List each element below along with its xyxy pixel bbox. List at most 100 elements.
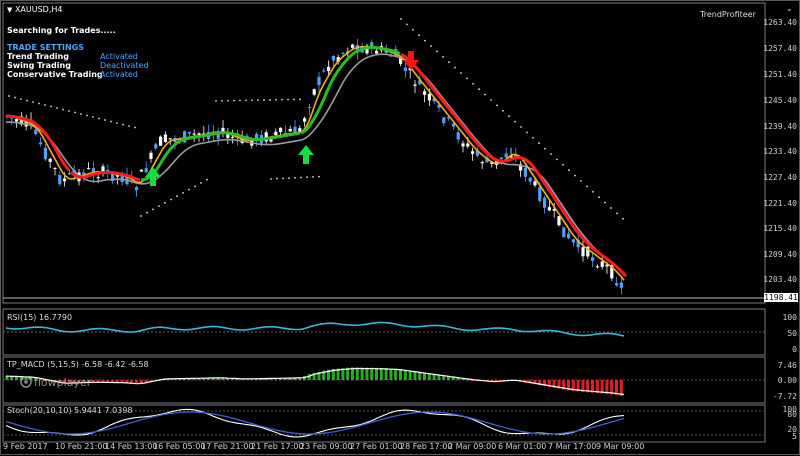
macd-bar — [355, 367, 359, 380]
candle-body — [567, 233, 571, 239]
time-tick: 6 Mar 01:00 — [498, 442, 547, 451]
candle-body — [312, 89, 316, 95]
candle-body — [370, 42, 374, 47]
setting-label-conservative: Conservative Trading — [7, 70, 103, 79]
setting-label-swing: Swing Trading — [7, 61, 71, 70]
candle-body — [456, 132, 460, 140]
candle-body — [341, 52, 345, 54]
sar-dot — [170, 198, 172, 201]
sar-dot — [275, 98, 277, 101]
sar-dot — [312, 176, 314, 178]
sar-dot — [146, 211, 148, 214]
rsi-tick: 50 — [787, 329, 797, 338]
sar-dot — [574, 174, 576, 177]
sar-dot — [502, 109, 504, 112]
candle-body — [615, 283, 619, 286]
sar-dot — [400, 18, 402, 20]
sar-dot — [152, 208, 154, 211]
candle-body — [149, 152, 153, 159]
candle-body — [461, 143, 465, 147]
candle-body — [39, 142, 43, 145]
setting-value-trend: Activated — [100, 52, 138, 61]
symbol-label: ▼ XAUUSD,H4 — [7, 5, 63, 14]
macd-bar — [408, 370, 412, 380]
sar-dot — [306, 176, 308, 179]
candle-body — [303, 118, 307, 122]
rsi-tick: 100 — [782, 313, 797, 322]
setting-label-trend: Trend Trading — [7, 52, 69, 61]
macd-bar — [365, 367, 369, 380]
buy-arrow-2 — [298, 145, 314, 164]
candle-body — [581, 247, 585, 257]
sar-dot — [604, 201, 606, 204]
sar-dot — [418, 34, 420, 37]
candle-body — [154, 144, 158, 149]
sar-dot — [460, 72, 462, 74]
time-axis: 9 Feb 2017 10 Feb 21:00 14 Feb 13:00 16 … — [3, 442, 765, 454]
ma-trend-segment — [5, 114, 71, 172]
stoch-signal-line — [5, 411, 625, 435]
sar-dot — [562, 163, 564, 166]
candle-body — [15, 118, 19, 122]
macd-bar — [442, 375, 446, 380]
sar-dot — [448, 61, 450, 64]
sar-dot — [86, 114, 88, 117]
candle-body — [533, 181, 537, 186]
macd-bar — [360, 367, 364, 380]
sar-dot — [50, 105, 52, 108]
candle-body — [595, 266, 599, 268]
sar-dot — [294, 176, 296, 179]
macd-bar — [447, 376, 450, 380]
sar-dot — [299, 98, 301, 101]
sar-dot — [466, 77, 468, 80]
sar-dot — [128, 125, 130, 127]
macd-bar — [437, 375, 441, 380]
candle-body — [279, 127, 283, 133]
candle-body — [87, 168, 91, 170]
sar-dot — [14, 96, 16, 99]
sar-dot — [188, 188, 190, 191]
macd-bar — [375, 367, 378, 380]
sar-dot — [206, 178, 208, 181]
sar-dot — [472, 82, 474, 85]
price-tick: 1209.40 — [763, 250, 797, 259]
price-tick: 1263.40 — [763, 18, 797, 27]
sar-dot — [200, 182, 202, 184]
sar-dot — [484, 93, 486, 96]
dropdown-icon[interactable]: ▼ — [7, 6, 12, 14]
time-tick: 7 Mar 17:00 — [548, 442, 597, 451]
sar-dot — [233, 99, 235, 102]
candle-body — [58, 175, 62, 185]
sar-dot — [282, 177, 284, 180]
time-tick: 9 Feb 2017 — [3, 442, 48, 451]
candle-body — [187, 131, 191, 134]
candle-body — [480, 162, 484, 164]
candle-body — [34, 129, 38, 135]
candle-body — [547, 207, 551, 211]
macd-bar — [144, 380, 148, 382]
candle-body — [562, 227, 566, 238]
sar-dot — [293, 98, 295, 101]
candle-body — [619, 282, 623, 288]
sar-dot — [56, 107, 58, 109]
sar-dot — [182, 192, 184, 194]
sar-dot — [526, 131, 528, 134]
candle-body — [413, 84, 417, 86]
time-tick: 16 Feb 05:00 — [153, 442, 206, 451]
sar-dot — [300, 176, 302, 179]
macd-bar — [379, 367, 383, 380]
sar-dot — [538, 142, 540, 145]
symbol-text: XAUUSD,H4 — [14, 5, 63, 14]
sar-dot — [32, 101, 34, 103]
time-tick: 2 Mar 09:00 — [448, 442, 497, 451]
macd-bar — [399, 369, 402, 380]
sar-dot — [281, 98, 283, 101]
sar-dot — [251, 99, 253, 102]
candle-body — [53, 167, 57, 169]
price-tick: 1221.40 — [763, 199, 797, 208]
sar-dot — [568, 169, 570, 172]
stoch-tick: 80 — [787, 410, 797, 419]
sar-dot — [134, 126, 136, 129]
sar-dot — [140, 215, 142, 217]
price-tick: 1215.40 — [763, 224, 797, 233]
